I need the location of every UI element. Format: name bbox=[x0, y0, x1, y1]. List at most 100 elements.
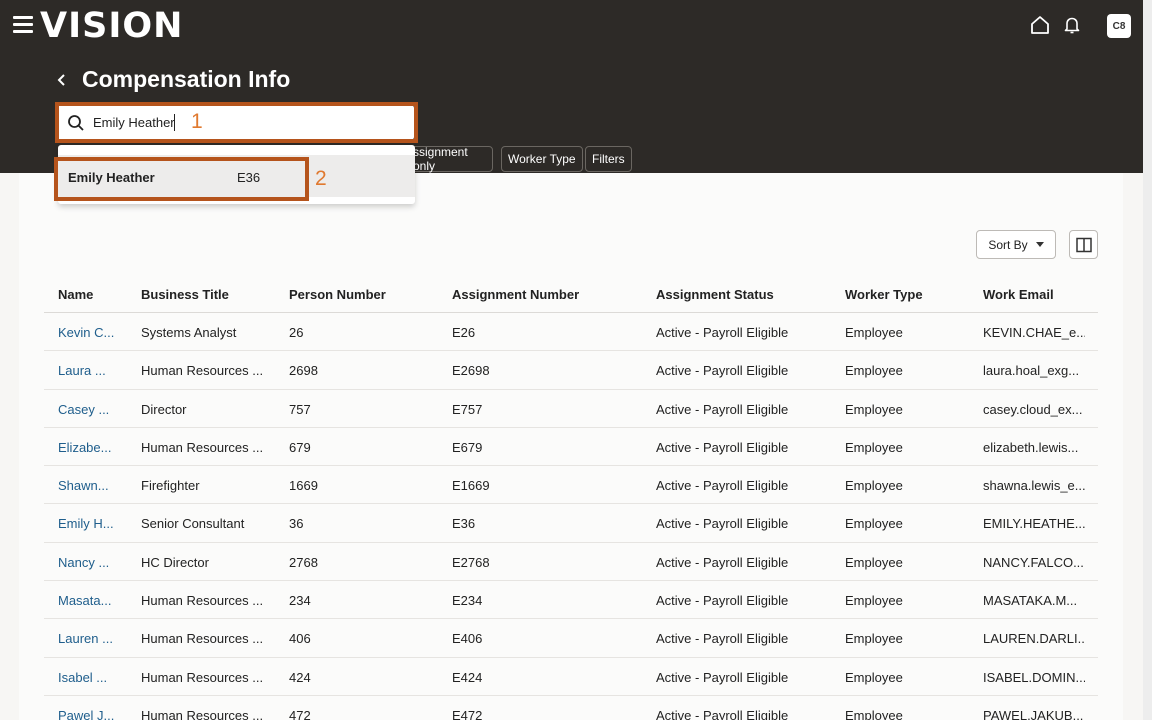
work-email-cell: LAUREN.DARLI... bbox=[983, 631, 1085, 647]
work-email-cell: elizabeth.lewis... bbox=[983, 439, 1079, 455]
table-row[interactable]: Masata... Human Resources ... 234 E234 Activ… bbox=[44, 581, 1098, 620]
worker-type-cell: Employee bbox=[845, 401, 903, 417]
business-title-cell: Human Resources ... bbox=[141, 593, 264, 609]
worker-type-cell: Employee bbox=[845, 554, 903, 570]
assignment-number-cell: E1669 bbox=[452, 478, 490, 494]
page-scrollbar[interactable] bbox=[1143, 0, 1152, 720]
work-email-cell: laura.hoal_exg... bbox=[983, 363, 1080, 379]
table-row[interactable]: Lauren ... Human Resources ... 406 E406 Acti… bbox=[44, 619, 1098, 658]
page-title: Compensation Info bbox=[82, 66, 291, 92]
table-row[interactable]: Laura ... Human Resources ... 2698 E2698 Act… bbox=[44, 351, 1098, 390]
worker-type-cell: Employee bbox=[845, 707, 903, 720]
column-layout-button[interactable] bbox=[1069, 230, 1098, 259]
column-header-assignment-status[interactable]: Assignment Status bbox=[656, 287, 826, 302]
user-avatar[interactable]: C8 bbox=[1107, 14, 1131, 38]
name-cell[interactable]: Casey ... bbox=[58, 402, 118, 417]
table-body: Kevin C... Systems Analyst 26 E26 Active - P… bbox=[44, 313, 1098, 720]
hamburger-menu-icon[interactable] bbox=[13, 16, 33, 34]
person-number-cell: 234 bbox=[289, 593, 311, 609]
table-row[interactable]: Elizabe... Human Resources ... 679 E679 Acti… bbox=[44, 428, 1098, 467]
name-cell[interactable]: Isabel ... bbox=[58, 670, 118, 685]
name-cell[interactable]: Nancy ... bbox=[58, 555, 118, 570]
column-header-business-title[interactable]: Business Title bbox=[141, 287, 266, 302]
name-cell[interactable]: Kevin C... bbox=[58, 325, 118, 340]
table-row[interactable]: Nancy ... HC Director 2768 E2768 Active - Pa… bbox=[44, 543, 1098, 582]
column-header-work-email[interactable]: Work Email bbox=[983, 287, 1085, 302]
column-header-worker-type[interactable]: Worker Type bbox=[845, 287, 955, 302]
assignment-number-cell: E36 bbox=[452, 516, 476, 532]
assignment-only-filter-button[interactable]: ssignment only bbox=[406, 145, 493, 173]
table-row[interactable]: Casey ... Director 757 E757 Active - Payroll… bbox=[44, 390, 1098, 428]
assignment-status-cell: Active - Payroll Eligible bbox=[656, 707, 789, 720]
business-title-cell: Human Resources ... bbox=[141, 631, 264, 647]
worker-type-cell: Employee bbox=[845, 631, 903, 647]
business-title-cell: Systems Analyst bbox=[141, 325, 237, 340]
work-email-cell: shawna.lewis_e... bbox=[983, 478, 1085, 494]
assignment-status-cell: Active - Payroll Eligible bbox=[656, 363, 789, 379]
person-number-cell: 2768 bbox=[289, 554, 318, 570]
person-number-cell: 757 bbox=[289, 401, 311, 417]
assignment-number-cell: E2768 bbox=[452, 554, 490, 570]
table-row[interactable]: Kevin C... Systems Analyst 26 E26 Active - P… bbox=[44, 313, 1098, 352]
assignment-status-cell: Active - Payroll Eligible bbox=[656, 631, 789, 647]
vision-logo: VISION bbox=[40, 6, 184, 46]
work-email-cell: KEVIN.CHAE_e... bbox=[983, 325, 1085, 340]
bell-icon[interactable] bbox=[1062, 15, 1082, 35]
work-email-cell: ISABEL.DOMIN... bbox=[983, 669, 1085, 685]
assignment-status-cell: Active - Payroll Eligible bbox=[656, 478, 789, 494]
table-header: Name Business Title Person Number Assign… bbox=[44, 275, 1098, 313]
work-email-cell: PAWEL.JAKUB... bbox=[983, 707, 1084, 720]
name-cell[interactable]: Laura ... bbox=[58, 363, 118, 378]
person-number-cell: 424 bbox=[289, 669, 311, 685]
worker-type-label: Worker Type bbox=[508, 152, 576, 166]
worker-type-cell: Employee bbox=[845, 439, 903, 455]
name-cell[interactable]: Emily H... bbox=[58, 516, 118, 531]
table-row[interactable]: Emily H... Senior Consultant 36 E36 Active -… bbox=[44, 504, 1098, 543]
work-email-cell: EMILY.HEATHE... bbox=[983, 516, 1085, 532]
business-title-cell: Human Resources ... bbox=[141, 439, 264, 455]
assignment-number-cell: E472 bbox=[452, 707, 483, 720]
worker-type-cell: Employee bbox=[845, 325, 903, 340]
sort-by-button[interactable]: Sort By bbox=[976, 230, 1056, 259]
table-row[interactable]: Isabel ... Human Resources ... 424 E424 Acti… bbox=[44, 658, 1098, 696]
column-header-person-number[interactable]: Person Number bbox=[289, 287, 429, 302]
work-email-cell: casey.cloud_ex... bbox=[983, 401, 1083, 417]
name-cell[interactable]: Elizabe... bbox=[58, 440, 118, 455]
worker-type-filter-button[interactable]: Worker Type bbox=[501, 146, 583, 172]
name-cell[interactable]: Pawel J... bbox=[58, 708, 118, 720]
person-number-cell: 679 bbox=[289, 439, 311, 455]
filters-label: Filters bbox=[592, 152, 625, 166]
worker-type-cell: Employee bbox=[845, 669, 903, 685]
business-title-cell: Human Resources ... bbox=[141, 669, 264, 685]
columns-icon bbox=[1075, 237, 1092, 252]
business-title-cell: Senior Consultant bbox=[141, 516, 245, 532]
suggestion-highlight-box bbox=[54, 157, 309, 201]
assignment-status-cell: Active - Payroll Eligible bbox=[656, 439, 789, 455]
step-marker-2: 2 bbox=[315, 167, 327, 190]
assignment-number-cell: E2698 bbox=[452, 363, 490, 379]
home-icon[interactable] bbox=[1030, 15, 1050, 35]
table-row[interactable]: Shawn... Firefighter 1669 E1669 Active - Pay… bbox=[44, 466, 1098, 505]
name-cell[interactable]: Lauren ... bbox=[58, 631, 118, 646]
work-email-cell: MASATAKA.M... bbox=[983, 593, 1078, 609]
column-header-assignment-number[interactable]: Assignment Number bbox=[452, 287, 632, 302]
name-cell[interactable]: Masata... bbox=[58, 593, 118, 608]
step-marker-1: 1 bbox=[191, 110, 203, 133]
person-number-cell: 26 bbox=[289, 325, 304, 340]
business-title-cell: Firefighter bbox=[141, 478, 200, 494]
business-title-cell: HC Director bbox=[141, 554, 209, 570]
work-email-cell: NANCY.FALCO... bbox=[983, 554, 1084, 570]
column-header-name[interactable]: Name bbox=[58, 287, 118, 302]
business-title-cell: Human Resources ... bbox=[141, 363, 264, 379]
person-number-cell: 36 bbox=[289, 516, 304, 532]
worker-type-cell: Employee bbox=[845, 478, 903, 494]
assignment-number-cell: E26 bbox=[452, 325, 476, 340]
assignment-number-cell: E424 bbox=[452, 669, 483, 685]
table-row[interactable]: Pawel J... Human Resources ... 472 E472 Acti… bbox=[44, 696, 1098, 720]
back-arrow-icon[interactable] bbox=[54, 70, 70, 90]
worker-type-cell: Employee bbox=[845, 516, 903, 532]
name-cell[interactable]: Shawn... bbox=[58, 478, 118, 493]
filters-button[interactable]: Filters bbox=[585, 146, 632, 172]
person-number-cell: 2698 bbox=[289, 363, 318, 379]
assignment-number-cell: E234 bbox=[452, 593, 483, 609]
